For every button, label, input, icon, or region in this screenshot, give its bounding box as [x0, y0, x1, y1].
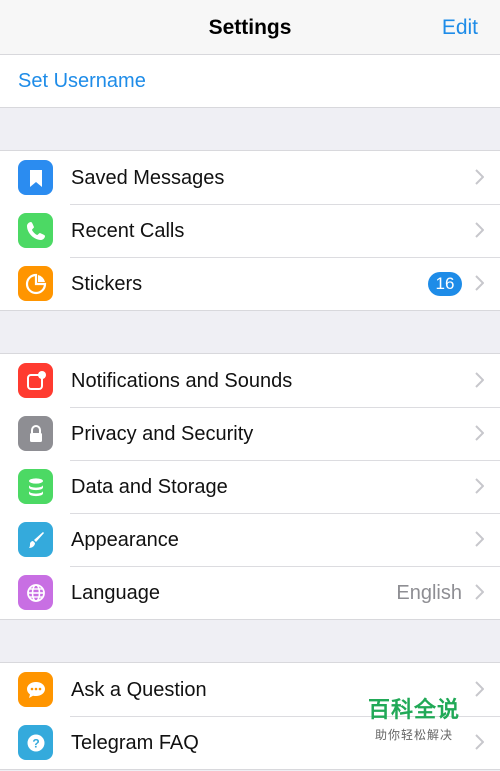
lock-icon: [18, 416, 53, 451]
brush-icon: [18, 522, 53, 557]
chevron-right-icon: [475, 584, 484, 600]
stickers-count-badge: 16: [428, 272, 462, 296]
row-label: Saved Messages: [71, 167, 225, 189]
notification-icon: [18, 363, 53, 398]
chevron-right-icon: [475, 222, 484, 238]
language-value: English: [396, 582, 462, 604]
chevron-right-icon: [475, 478, 484, 494]
chevron-right-icon: [475, 372, 484, 388]
row-label: Notifications and Sounds: [71, 370, 293, 392]
chevron-right-icon: [475, 169, 484, 185]
language-row[interactable]: Language English: [0, 566, 500, 619]
row-label: Appearance: [71, 529, 179, 551]
row-label: Data and Storage: [71, 476, 228, 498]
recent-calls-row[interactable]: Recent Calls: [0, 204, 500, 257]
row-label: Privacy and Security: [71, 423, 254, 445]
data-storage-row[interactable]: Data and Storage: [0, 460, 500, 513]
chevron-right-icon: [475, 275, 484, 291]
settings-group-2: Notifications and Sounds Privacy and Sec…: [0, 353, 500, 620]
watermark-title: 百科全说: [367, 698, 460, 723]
row-label: Telegram FAQ: [71, 732, 199, 754]
stickers-row[interactable]: Stickers 16: [0, 257, 500, 310]
row-label: Stickers: [71, 273, 143, 295]
chat-bubble-icon: [18, 672, 53, 707]
svg-text:?: ?: [32, 736, 39, 750]
watermark-subtitle: 助你轻松解决: [374, 728, 453, 742]
appearance-row[interactable]: Appearance: [0, 513, 500, 566]
section-gap: [0, 108, 500, 150]
database-icon: [18, 469, 53, 504]
row-label: Language: [71, 582, 160, 604]
settings-group-1: Saved Messages Recent Calls Stickers 16: [0, 150, 500, 311]
sticker-icon: [18, 266, 53, 301]
nav-bar: Settings Edit: [0, 0, 500, 55]
saved-messages-row[interactable]: Saved Messages: [0, 151, 500, 204]
notifications-row[interactable]: Notifications and Sounds: [0, 354, 500, 407]
set-username-button[interactable]: Set Username: [0, 55, 500, 108]
chevron-right-icon: [475, 734, 484, 750]
row-label: Recent Calls: [71, 220, 185, 242]
edit-button[interactable]: Edit: [442, 0, 478, 54]
globe-icon: [18, 575, 53, 610]
chevron-right-icon: [475, 531, 484, 547]
watermark: 百科全说 助你轻松解决: [368, 692, 460, 743]
phone-icon: [18, 213, 53, 248]
chevron-right-icon: [475, 425, 484, 441]
bookmark-icon: [18, 160, 53, 195]
page-title: Settings: [208, 16, 292, 39]
privacy-security-row[interactable]: Privacy and Security: [0, 407, 500, 460]
row-label: Ask a Question: [71, 679, 207, 701]
help-icon: ?: [18, 725, 53, 760]
chevron-right-icon: [475, 681, 484, 697]
